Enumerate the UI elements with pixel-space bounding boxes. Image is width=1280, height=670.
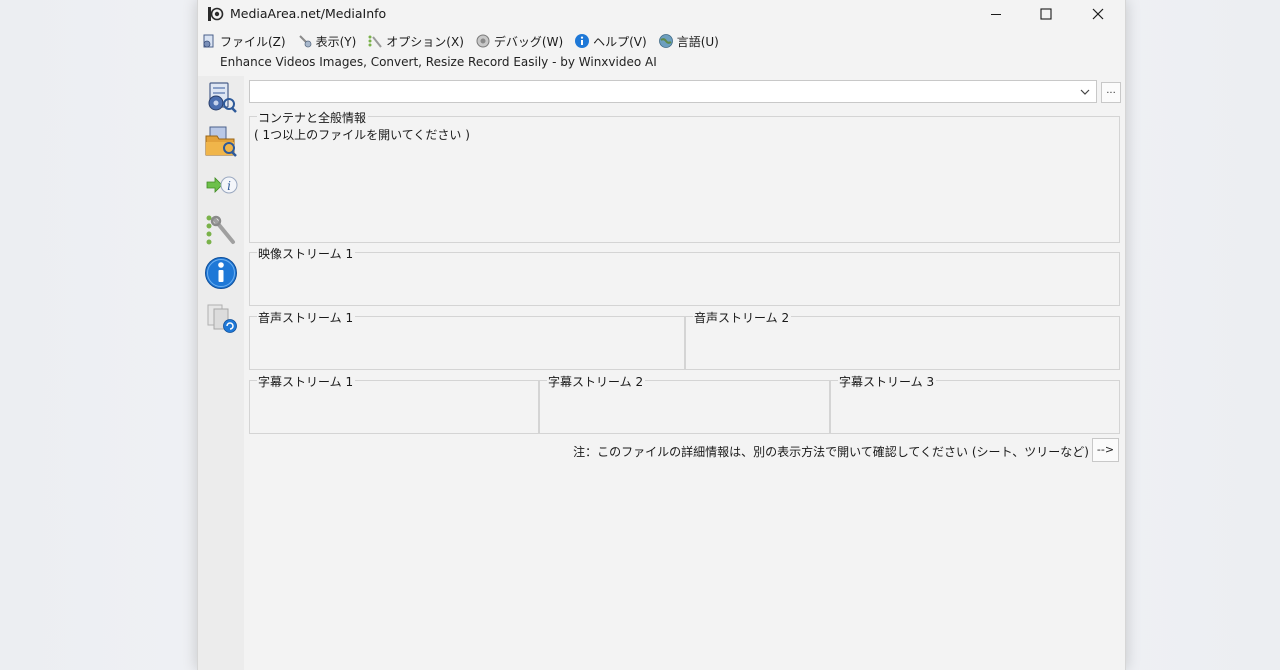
next-view-button[interactable]: -->: [1092, 438, 1119, 462]
close-icon: [1092, 8, 1104, 20]
open-folder-button[interactable]: [202, 122, 240, 160]
preferences-button[interactable]: [202, 210, 240, 248]
menu-options[interactable]: オプション(X): [363, 30, 471, 52]
general-info-body: ( 1つ以上のファイルを開いてください ): [254, 128, 470, 142]
menu-debug-label: デバッグ(W): [493, 34, 564, 49]
svg-text:i: i: [227, 179, 231, 193]
chevron-down-icon[interactable]: [1078, 85, 1092, 99]
text-stream-3-title: 字幕ストリーム 3: [838, 373, 937, 390]
text-stream-2-group: 字幕ストリーム 2: [539, 373, 830, 434]
preferences-icon: [206, 215, 235, 245]
help-icon: [575, 34, 590, 48]
menu-view-label: 表示(Y): [315, 34, 357, 49]
browse-button[interactable]: ...: [1101, 82, 1121, 103]
open-file-icon: [208, 82, 237, 113]
mediainfo-app-icon: [208, 7, 224, 21]
about-info-icon: [205, 257, 237, 289]
menu-language-label: 言語(U): [676, 34, 719, 49]
check-update-button[interactable]: [202, 298, 240, 336]
maximize-icon: [1040, 8, 1052, 20]
menu-help[interactable]: ヘルプ(V): [570, 30, 654, 52]
menu-debug[interactable]: デバッグ(W): [471, 30, 570, 52]
menu-help-label: ヘルプ(V): [593, 34, 647, 49]
open-folder-icon: [205, 126, 237, 157]
check-update-icon: [207, 304, 237, 333]
audio-stream-1-title: 音声ストリーム 1: [257, 309, 356, 326]
open-file-button[interactable]: [202, 78, 240, 116]
audio-stream-2-title: 音声ストリーム 2: [693, 309, 792, 326]
close-button[interactable]: [1075, 0, 1121, 28]
text-stream-1-title: 字幕ストリーム 1: [257, 373, 356, 390]
general-info-title: コンテナと全般情報: [257, 109, 369, 126]
debug-icon: [476, 34, 490, 48]
video-stream-1-title: 映像ストリーム 1: [257, 245, 356, 262]
ad-link[interactable]: Enhance Videos Images, Convert, Resize R…: [220, 55, 657, 69]
menu-language[interactable]: 言語(U): [654, 30, 726, 52]
export-info-icon: i: [206, 176, 238, 194]
menu-file[interactable]: ファイル(Z): [198, 30, 293, 52]
mediainfo-window: MediaArea.net/MediaInfo ファイル(Z) 表示(Y) オプ…: [197, 0, 1126, 670]
minimize-icon: [991, 14, 1001, 15]
text-stream-2-title: 字幕ストリーム 2: [547, 373, 646, 390]
menu-bar: ファイル(Z) 表示(Y) オプション(X) デバッグ(W) ヘルプ(V) 言語…: [198, 30, 1125, 52]
menu-view[interactable]: 表示(Y): [293, 30, 364, 52]
general-info-group: コンテナと全般情報 ( 1つ以上のファイルを開いてください ): [249, 109, 1120, 243]
text-stream-3-group: 字幕ストリーム 3: [830, 373, 1120, 434]
details-note: 注：このファイルの詳細情報は、別の表示方法で開いて確認してください (シート、ツ…: [573, 445, 1089, 459]
title-bar[interactable]: MediaArea.net/MediaInfo: [198, 0, 1125, 28]
left-toolbar: i: [198, 76, 244, 670]
minimize-button[interactable]: [973, 0, 1019, 28]
view-icon: [298, 35, 311, 48]
menu-options-label: オプション(X): [386, 34, 464, 49]
file-icon: [203, 34, 214, 48]
options-icon: [368, 35, 383, 48]
file-selector[interactable]: [249, 80, 1097, 103]
video-stream-1-group: 映像ストリーム 1: [249, 245, 1120, 306]
menu-file-label: ファイル(Z): [220, 34, 286, 49]
audio-stream-2-group: 音声ストリーム 2: [685, 309, 1120, 370]
main-content: ... コンテナと全般情報 ( 1つ以上のファイルを開いてください ) 映像スト…: [244, 76, 1125, 670]
language-icon: [658, 34, 673, 48]
export-button[interactable]: i: [202, 166, 240, 204]
text-stream-1-group: 字幕ストリーム 1: [249, 373, 539, 434]
about-button[interactable]: [202, 254, 240, 292]
window-title: MediaArea.net/MediaInfo: [230, 6, 387, 21]
audio-stream-1-group: 音声ストリーム 1: [249, 309, 685, 370]
maximize-button[interactable]: [1023, 0, 1069, 28]
